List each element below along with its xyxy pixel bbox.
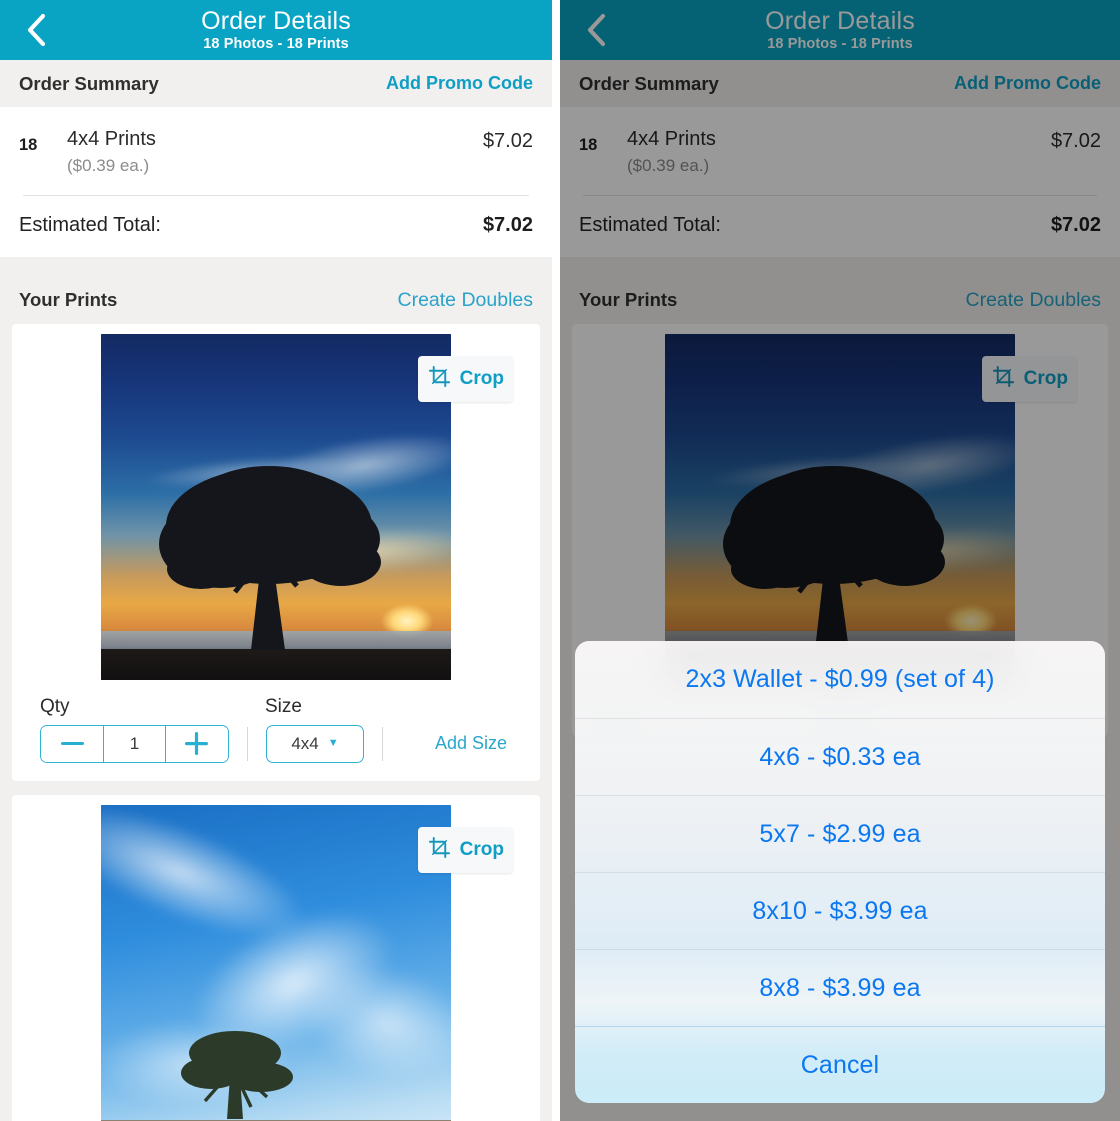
page-title: Order Details [201, 6, 351, 35]
chevron-down-icon: ▼ [327, 737, 339, 750]
photo-card: Crop Qty Size 1 4x4 ▼ Add Size [12, 323, 540, 781]
photo-image-sunset-tree [101, 333, 451, 680]
line-item-name: 4x4 Prints [627, 128, 716, 150]
screenshot-stage: Order Details 18 Photos - 18 Prints Orde… [0, 0, 1120, 1121]
nav-title-block: Order Details 18 Photos - 18 Prints [201, 6, 351, 52]
order-summary-title: Order Summary [579, 72, 719, 94]
line-item-qty: 18 [579, 136, 598, 154]
estimated-total-value: $7.02 [1050, 213, 1101, 236]
order-summary-title: Order Summary [19, 72, 159, 94]
crop-button-label: Crop [459, 838, 504, 860]
add-promo-code-link[interactable]: Add Promo Code [954, 73, 1101, 94]
section-spacer [0, 256, 552, 277]
photo-thumbnail-wrap[interactable]: Crop [665, 333, 1077, 680]
line-item-qty: 18 [19, 136, 38, 154]
quantity-value: 1 [103, 725, 166, 762]
line-item-price: $7.02 [1050, 130, 1101, 152]
photo-thumbnail-wrap[interactable]: Crop [101, 804, 513, 1121]
order-line-item: 18 4x4 Prints ($0.39 ea.) $7.02 [19, 127, 533, 179]
back-button[interactable] [576, 10, 616, 50]
phone-panel-left: Order Details 18 Photos - 18 Prints Orde… [0, 0, 552, 1121]
line-item-unit-price: ($0.39 ea.) [67, 155, 150, 175]
sheet-option-8x10[interactable]: 8x10 - $3.99 ea [575, 872, 1105, 949]
add-size-link[interactable]: Add Size [435, 733, 507, 754]
order-line-item: 18 4x4 Prints ($0.39 ea.) $7.02 [579, 127, 1101, 179]
photo-thumbnail-wrap[interactable]: Crop [101, 333, 513, 680]
increment-button[interactable] [165, 725, 228, 762]
section-spacer [560, 256, 1120, 277]
sheet-cancel-button[interactable]: Cancel [575, 1026, 1105, 1103]
page-title: Order Details [765, 6, 915, 35]
crop-button[interactable]: Crop [417, 355, 513, 402]
line-item-price: $7.02 [482, 130, 533, 152]
order-summary-card: 18 4x4 Prints ($0.39 ea.) $7.02 [0, 107, 552, 200]
decrement-button[interactable] [41, 725, 104, 762]
estimated-total-row: Estimated Total: $7.02 [0, 199, 552, 257]
order-summary-card: 18 4x4 Prints ($0.39 ea.) $7.02 [560, 107, 1120, 200]
your-prints-title: Your Prints [579, 289, 678, 311]
sheet-option-wallet[interactable]: 2x3 Wallet - $0.99 (set of 4) [575, 641, 1105, 718]
size-value: 4x4 [291, 733, 319, 753]
crop-button[interactable]: Crop [981, 355, 1077, 402]
quantity-stepper[interactable]: 1 [40, 724, 229, 763]
create-doubles-link[interactable]: Create Doubles [398, 289, 534, 312]
add-promo-code-link[interactable]: Add Promo Code [386, 73, 533, 94]
order-summary-header: Order Summary Add Promo Code [560, 60, 1120, 107]
back-button[interactable] [16, 10, 56, 50]
size-action-sheet: 2x3 Wallet - $0.99 (set of 4) 4x6 - $0.3… [575, 641, 1105, 1103]
your-prints-header: Your Prints Create Doubles [560, 276, 1120, 324]
chevron-left-icon [585, 13, 607, 47]
estimated-total-label: Estimated Total: [579, 213, 721, 236]
crop-icon [992, 365, 1015, 393]
size-dropdown[interactable]: 4x4 ▼ [266, 724, 364, 763]
line-item-unit-price: ($0.39 ea.) [627, 155, 710, 175]
control-divider [247, 726, 248, 761]
nav-title-block: Order Details 18 Photos - 18 Prints [765, 6, 915, 52]
your-prints-title: Your Prints [19, 289, 118, 311]
sheet-option-8x8[interactable]: 8x8 - $3.99 ea [575, 949, 1105, 1026]
line-item-name: 4x4 Prints [67, 128, 156, 150]
order-summary-header: Order Summary Add Promo Code [0, 60, 552, 107]
estimated-total-label: Estimated Total: [19, 213, 161, 236]
crop-icon [428, 365, 451, 393]
phone-panel-right: Order Details 18 Photos - 18 Prints Orde… [560, 0, 1120, 1121]
photo-card: Crop [12, 794, 540, 1121]
crop-icon [428, 836, 451, 864]
crop-button-label: Crop [459, 367, 504, 389]
estimated-total-row: Estimated Total: $7.02 [560, 199, 1120, 257]
crop-button[interactable]: Crop [417, 826, 513, 873]
crop-button-label: Crop [1023, 367, 1068, 389]
qty-label: Qty [40, 695, 70, 717]
control-divider-2 [382, 726, 383, 761]
create-doubles-link[interactable]: Create Doubles [966, 289, 1102, 312]
sheet-option-4x6[interactable]: 4x6 - $0.33 ea [575, 718, 1105, 795]
page-subtitle: 18 Photos - 18 Prints [203, 35, 349, 52]
estimated-total-value: $7.02 [482, 213, 533, 236]
size-label: Size [265, 695, 302, 717]
page-subtitle: 18 Photos - 18 Prints [767, 35, 913, 52]
photo-controls: Qty Size 1 4x4 ▼ Add Size [12, 680, 540, 781]
chevron-left-icon [25, 13, 47, 47]
navigation-bar: Order Details 18 Photos - 18 Prints [560, 0, 1120, 60]
photo-image-blue-sky-tree [101, 804, 451, 1121]
your-prints-header: Your Prints Create Doubles [0, 276, 552, 324]
photo-image-sunset-tree [665, 333, 1015, 680]
summary-divider [583, 194, 1097, 196]
summary-divider [23, 194, 529, 196]
sheet-option-5x7[interactable]: 5x7 - $2.99 ea [575, 795, 1105, 872]
navigation-bar: Order Details 18 Photos - 18 Prints [0, 0, 552, 60]
